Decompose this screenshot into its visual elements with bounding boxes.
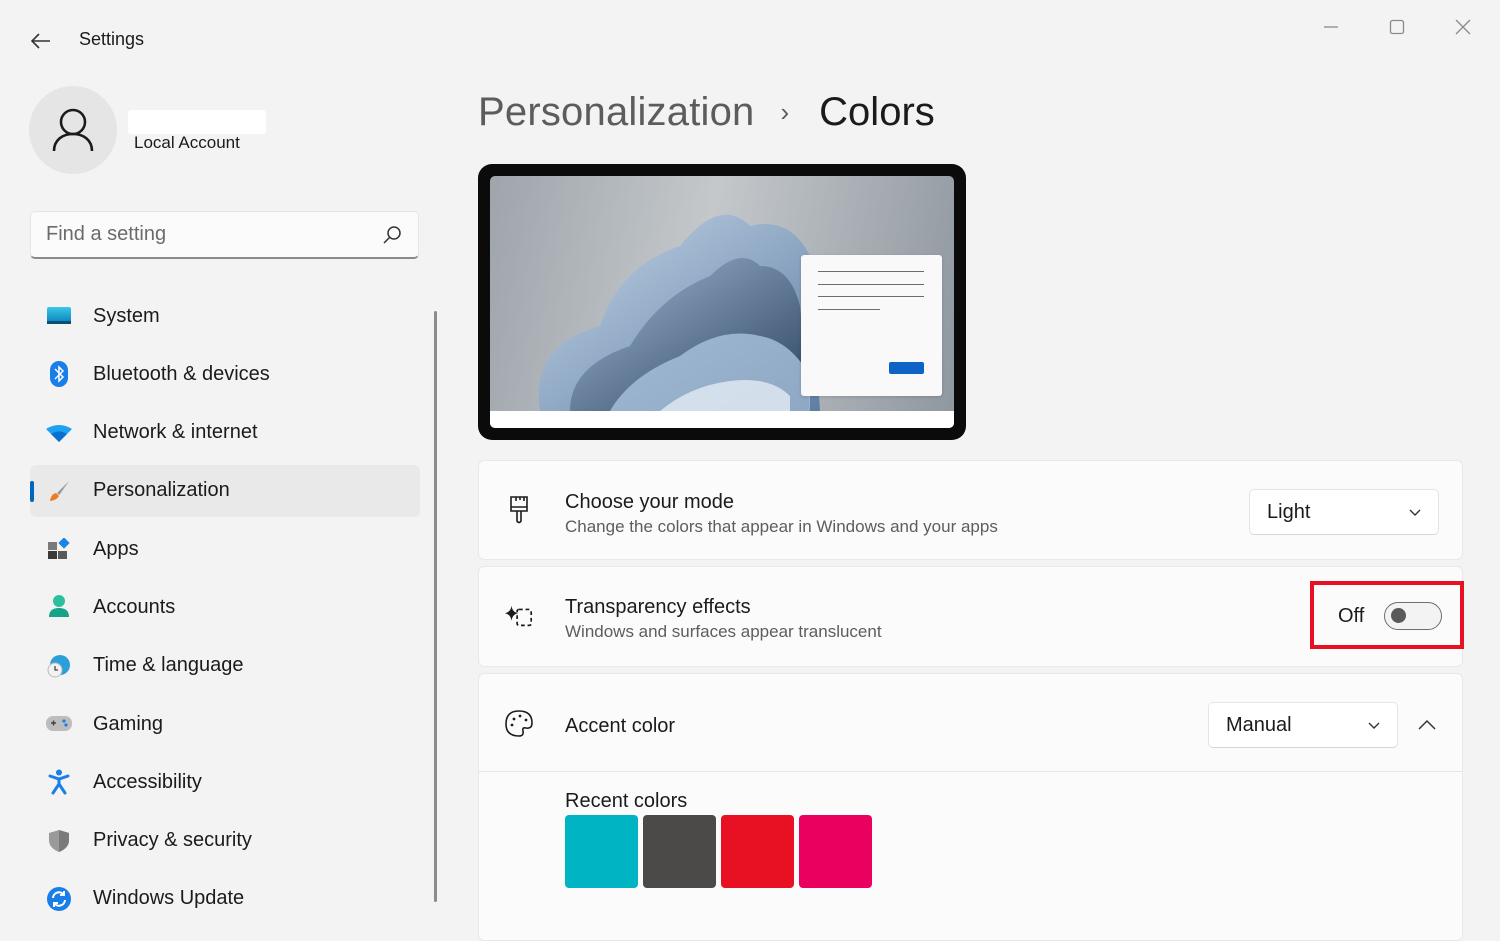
sidebar-item-time-language[interactable]: Time & language	[30, 640, 420, 692]
sidebar-item-label: Network & internet	[93, 421, 258, 444]
sidebar-scrollbar[interactable]	[434, 311, 437, 902]
wifi-icon	[46, 420, 72, 446]
back-arrow-icon	[31, 33, 50, 49]
transparency-state-label: Off	[1338, 605, 1365, 627]
choose-mode-card: Choose your mode Change the colors that …	[478, 460, 1463, 560]
time-language-icon	[46, 653, 72, 679]
back-button[interactable]	[26, 26, 56, 56]
preview-text-line	[818, 271, 924, 272]
bluetooth-icon	[46, 361, 72, 388]
preview-text-line	[818, 309, 880, 310]
sidebar-nav: System Bluetooth & devices Network & int…	[30, 290, 420, 931]
app-title: Settings	[79, 29, 145, 49]
palette-icon	[504, 709, 534, 739]
active-indicator	[30, 480, 34, 502]
transparency-icon	[504, 601, 534, 631]
preview-text-line	[818, 296, 924, 297]
search-box[interactable]	[30, 211, 419, 259]
sidebar-item-network[interactable]: Network & internet	[30, 407, 420, 459]
transparency-title: Transparency effects	[565, 596, 751, 618]
search-input[interactable]	[31, 223, 361, 246]
apps-icon	[46, 536, 72, 562]
recent-colors	[565, 815, 872, 888]
collapse-accent-button[interactable]	[1414, 712, 1440, 738]
mode-dropdown[interactable]: Light	[1249, 489, 1439, 535]
minimize-icon	[1324, 26, 1338, 28]
breadcrumb-separator: ›	[780, 97, 790, 127]
accent-dropdown-value: Manual	[1226, 713, 1292, 736]
preview-desktop	[490, 176, 954, 428]
brush-icon	[504, 495, 534, 525]
system-icon	[46, 303, 72, 329]
maximize-icon	[1389, 19, 1405, 35]
sidebar-item-label: Bluetooth & devices	[93, 362, 270, 385]
user-icon	[52, 108, 94, 152]
sidebar-item-label: Time & language	[93, 654, 244, 677]
sidebar-item-label: Personalization	[93, 479, 230, 502]
preview-text-line	[818, 284, 924, 285]
shield-icon	[46, 828, 72, 854]
sidebar-item-apps[interactable]: Apps	[30, 523, 420, 575]
theme-preview	[478, 164, 966, 440]
color-swatch[interactable]	[721, 815, 794, 888]
account-type: Local Account	[134, 133, 240, 152]
sidebar-item-label: Apps	[93, 537, 139, 560]
account-name	[128, 110, 266, 134]
transparency-subtitle: Windows and surfaces appear translucent	[565, 622, 882, 641]
accent-color-card: Accent color Manual Recent colors	[478, 673, 1463, 941]
page-title: Colors	[819, 90, 935, 134]
sidebar-item-windows-update[interactable]: Windows Update	[30, 873, 420, 925]
sidebar-item-label: Windows Update	[93, 887, 245, 910]
search-icon[interactable]	[382, 225, 402, 245]
sidebar-item-privacy-security[interactable]: Privacy & security	[30, 815, 420, 867]
mode-title: Choose your mode	[565, 491, 734, 513]
color-swatch[interactable]	[799, 815, 872, 888]
highlight-box: Off	[1310, 581, 1464, 649]
chevron-down-icon	[1409, 509, 1421, 516]
sidebar-item-label: Privacy & security	[93, 829, 252, 852]
chevron-up-icon	[1418, 719, 1436, 730]
close-icon	[1455, 19, 1471, 35]
preview-window	[801, 255, 942, 396]
maximize-button[interactable]	[1382, 12, 1412, 42]
sidebar-item-system[interactable]: System	[30, 290, 420, 342]
title-bar: Settings	[0, 0, 1500, 80]
sidebar-item-accounts[interactable]: Accounts	[30, 581, 420, 633]
chevron-down-icon	[1368, 722, 1380, 729]
sidebar-item-label: System	[93, 304, 160, 327]
sidebar-item-gaming[interactable]: Gaming	[30, 698, 420, 750]
avatar[interactable]	[29, 86, 117, 174]
accent-title: Accent color	[565, 715, 676, 737]
breadcrumb: Personalization › Colors	[478, 90, 935, 135]
transparency-card: Transparency effects Windows and surface…	[478, 566, 1464, 667]
preview-accent-button	[889, 362, 924, 374]
sidebar-item-accessibility[interactable]: Accessibility	[30, 756, 420, 808]
accessibility-icon	[46, 769, 72, 795]
divider	[479, 771, 1462, 772]
gamepad-icon	[46, 711, 72, 737]
preview-taskbar	[490, 411, 954, 428]
minimize-button[interactable]	[1316, 12, 1346, 42]
accent-dropdown[interactable]: Manual	[1208, 702, 1398, 748]
sidebar-item-label: Accounts	[93, 595, 176, 618]
toggle-knob	[1391, 608, 1406, 623]
mode-subtitle: Change the colors that appear in Windows…	[565, 517, 998, 536]
mode-dropdown-value: Light	[1267, 500, 1311, 523]
color-swatch[interactable]	[643, 815, 716, 888]
sidebar-item-bluetooth[interactable]: Bluetooth & devices	[30, 348, 420, 400]
color-swatch[interactable]	[565, 815, 638, 888]
close-button[interactable]	[1448, 12, 1478, 42]
sidebar-item-label: Accessibility	[93, 770, 202, 793]
recent-colors-label: Recent colors	[565, 790, 688, 812]
windows-update-icon	[46, 886, 72, 912]
breadcrumb-parent[interactable]: Personalization	[478, 90, 755, 135]
sidebar-item-personalization[interactable]: Personalization	[30, 464, 420, 517]
paintbrush-icon	[46, 478, 72, 504]
accounts-icon	[46, 594, 72, 620]
sidebar-item-label: Gaming	[93, 712, 164, 735]
transparency-toggle[interactable]	[1384, 602, 1442, 630]
